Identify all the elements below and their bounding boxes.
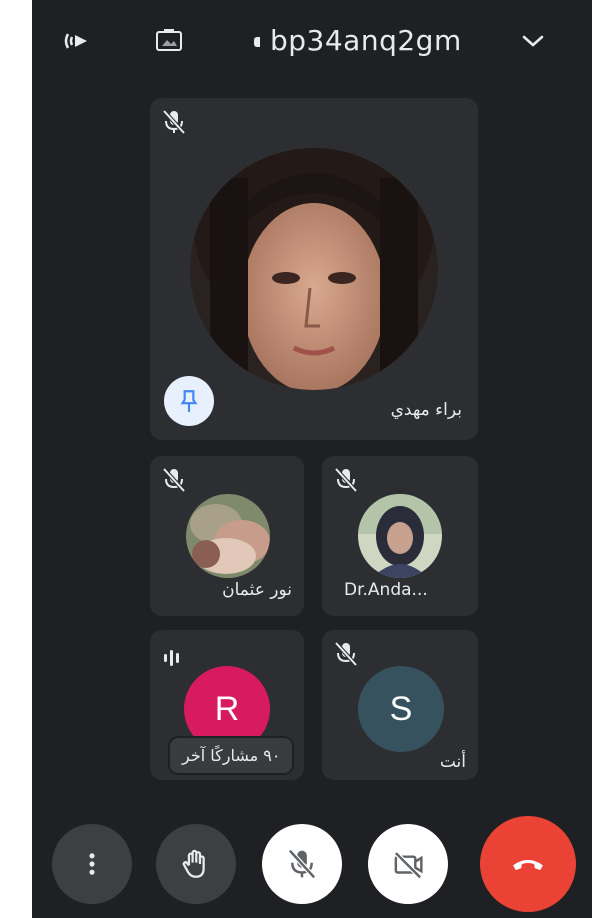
meet-call-screen: bp34anq2gm براء مهدي نور عثمان Dr.Anda..… [32, 0, 592, 918]
more-options-icon [89, 853, 95, 875]
self-tile[interactable]: S أنت [322, 630, 478, 780]
other-participants-chip[interactable]: ٩٠ مشاركًا آخر [170, 738, 293, 773]
screen-icon[interactable] [154, 26, 184, 56]
more-options-button[interactable] [52, 824, 132, 904]
participants-icon[interactable] [62, 26, 92, 56]
participant-tile[interactable]: نور عثمان [150, 456, 304, 616]
participant-name: أنت [439, 752, 466, 772]
microphone-toggle-button[interactable] [262, 824, 342, 904]
meeting-code-text: bp34anq2gm [270, 24, 462, 57]
end-call-button[interactable] [480, 816, 576, 912]
mic-off-icon [288, 849, 316, 879]
mic-off-icon [332, 640, 360, 668]
pin-button[interactable] [164, 376, 214, 426]
raise-hand-button[interactable] [156, 824, 236, 904]
mic-off-icon [160, 466, 188, 494]
raise-hand-icon [182, 849, 205, 878]
participant-name: Dr.Anda... [344, 580, 428, 600]
participant-tile[interactable]: Dr.Anda... [322, 456, 478, 616]
audio-indicator-icon [254, 37, 260, 47]
participant-name: براء مهدي [390, 400, 462, 420]
camera-toggle-button[interactable] [368, 824, 448, 904]
top-bar: bp34anq2gm [32, 0, 592, 88]
chevron-down-icon[interactable] [518, 26, 548, 56]
mic-off-icon [160, 108, 188, 136]
camera-off-icon [394, 851, 423, 880]
participant-name: نور عثمان [222, 580, 292, 600]
participant-photo [186, 494, 270, 578]
pin-icon [180, 390, 198, 412]
meeting-code[interactable]: bp34anq2gm [254, 24, 462, 57]
end-call-icon [513, 859, 543, 871]
mic-off-icon [332, 466, 360, 494]
call-controls [32, 814, 592, 918]
avatar: S [358, 666, 444, 752]
participant-photo [358, 494, 442, 578]
main-participant-tile[interactable]: براء مهدي [150, 98, 478, 440]
participant-photo [190, 148, 438, 390]
audio-wave-icon [160, 644, 188, 672]
